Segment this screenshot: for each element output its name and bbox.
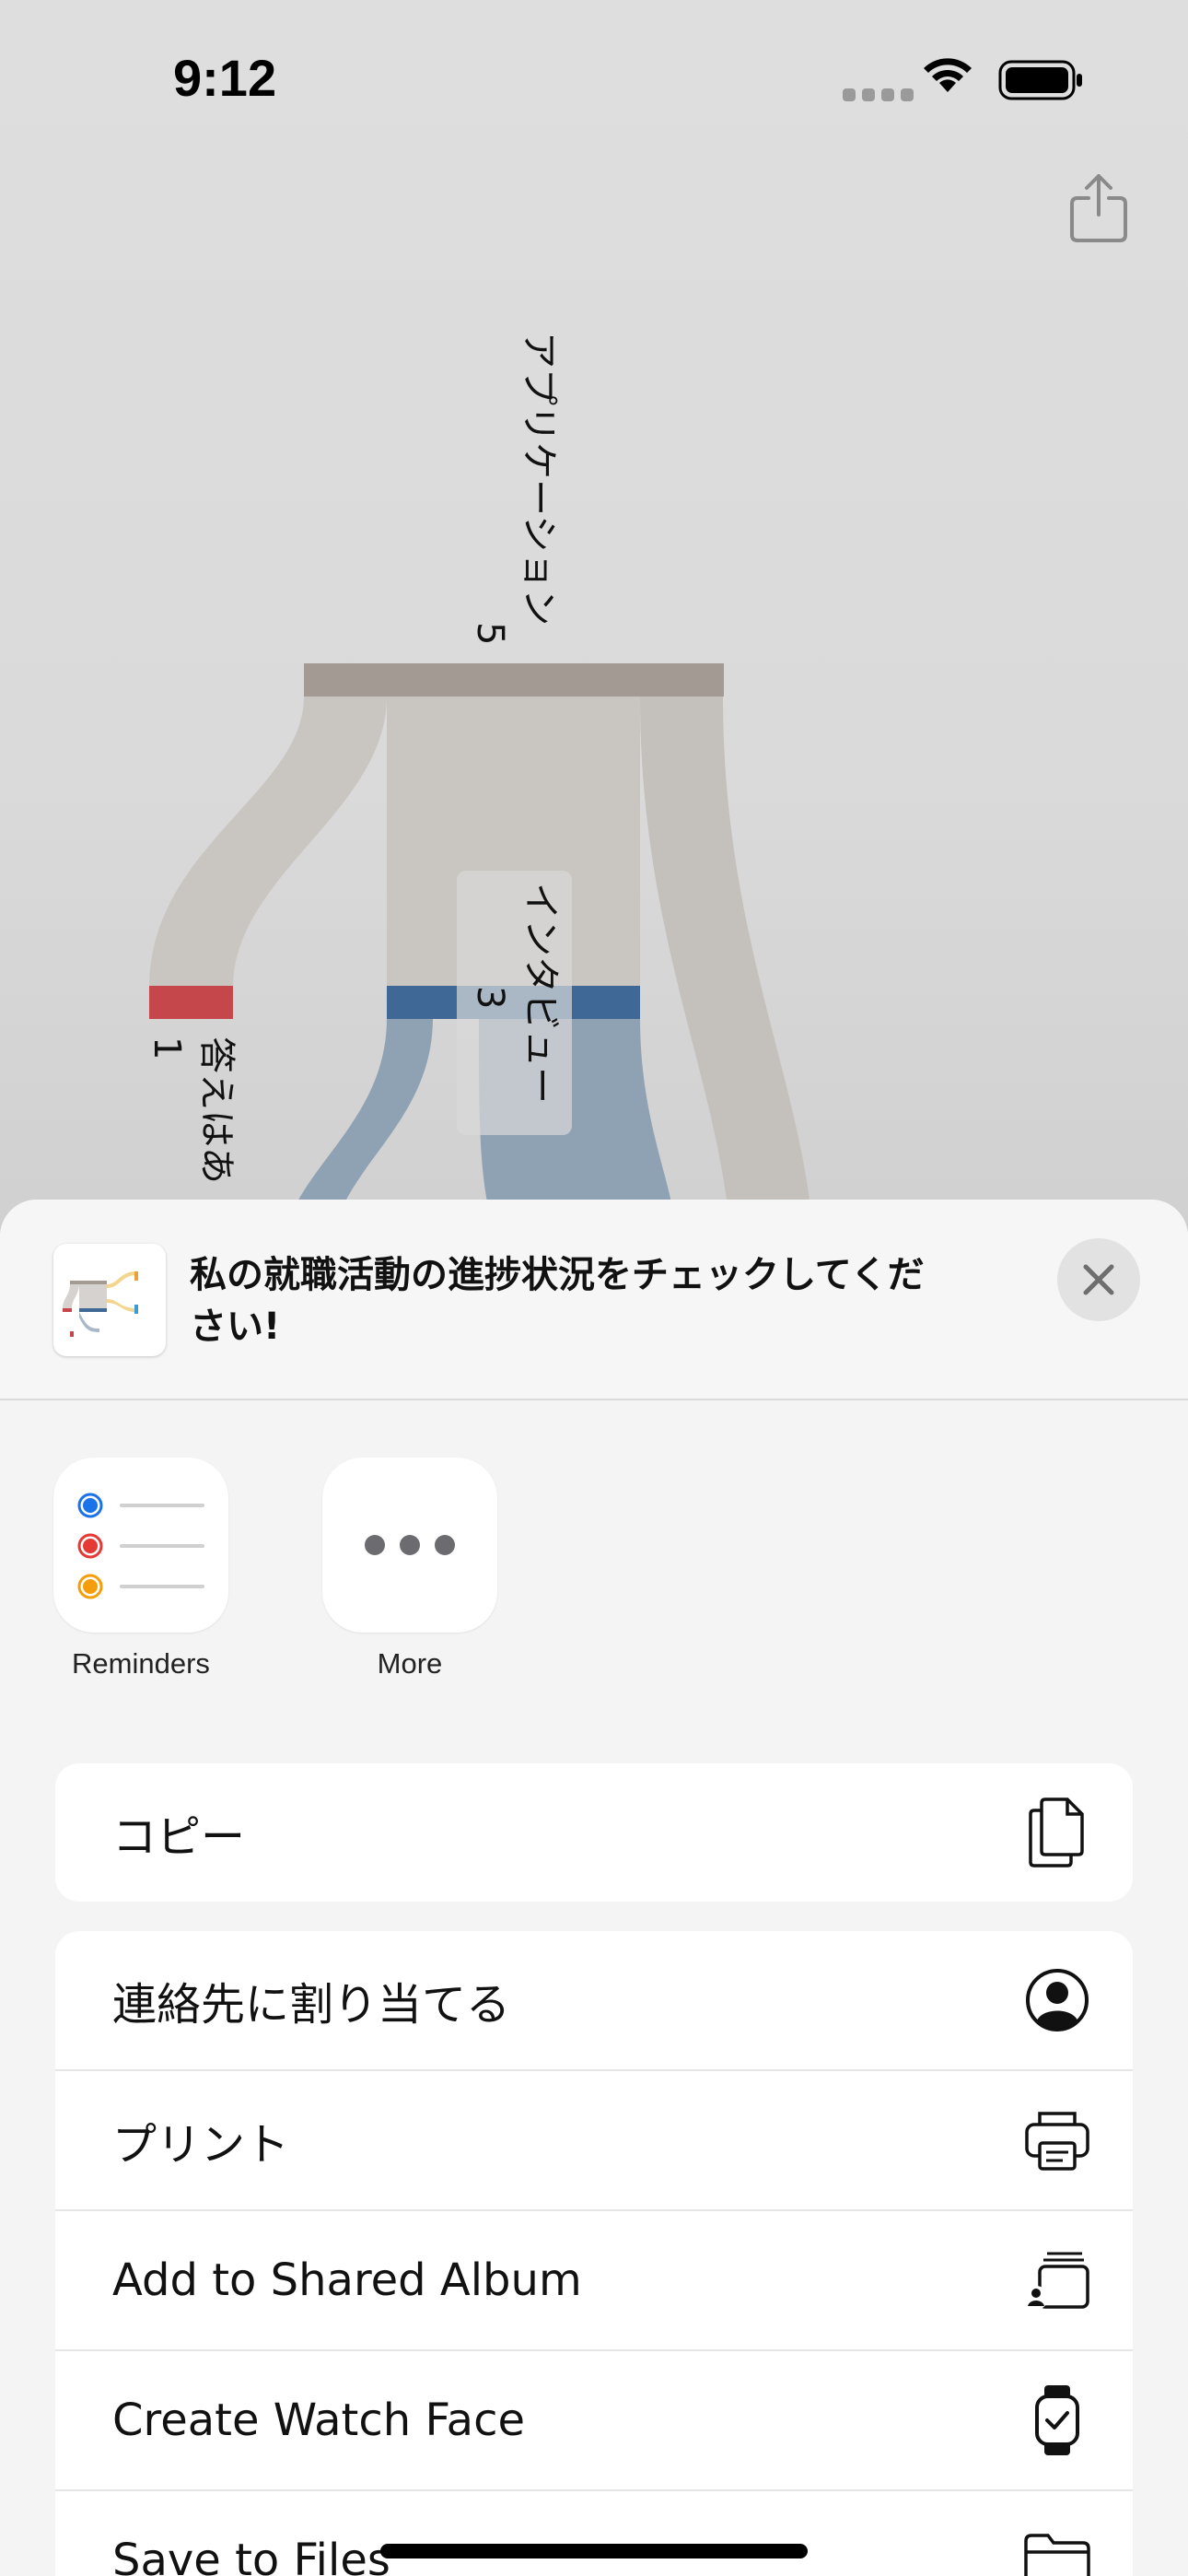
app-label-more: More	[377, 1647, 443, 1680]
app-reminders[interactable]: Reminders	[53, 1458, 228, 1680]
action-label-assign-contact: 連絡先に割り当てる	[112, 1979, 511, 2031]
app-more[interactable]: More	[322, 1458, 497, 1680]
printer-icon	[1020, 2103, 1094, 2177]
share-sheet-header: 私の就職活動の進捗状況をチェックしてください!	[0, 1200, 1188, 1400]
node-application-bar	[304, 663, 724, 697]
node-interview-label: インタビュー	[519, 883, 562, 1104]
node-interview-count: 3	[469, 986, 511, 1009]
action-label-create-watch-face: Create Watch Face	[112, 2395, 525, 2446]
share-sheet-title: 私の就職活動の進捗状況をチェックしてください!	[190, 1254, 925, 1348]
action-create-watch-face[interactable]: Create Watch Face	[55, 2351, 1133, 2491]
action-label-save-to-files: Save to Files	[112, 2535, 390, 2576]
watch-icon	[1020, 2383, 1094, 2457]
close-icon	[1083, 1264, 1114, 1295]
close-button[interactable]	[1057, 1238, 1140, 1321]
flow-application-to-answer	[149, 697, 387, 988]
action-group-copy: コピー	[55, 1763, 1133, 1902]
app-label-reminders: Reminders	[72, 1647, 210, 1680]
action-add-shared-album[interactable]: Add to Shared Album	[55, 2211, 1133, 2351]
share-sheet: 私の就職活動の進捗状況をチェックしてください! Reminders More コ…	[0, 1200, 1188, 2576]
action-label-print: プリント	[112, 2119, 290, 2171]
action-label-copy: コピー	[112, 1811, 246, 1863]
wifi-icon	[924, 58, 972, 92]
action-label-add-shared-album: Add to Shared Album	[112, 2254, 582, 2306]
status-time: 9:12	[173, 49, 277, 107]
copy-icon	[1020, 1796, 1094, 1869]
person-circle-icon	[1020, 1963, 1094, 2037]
action-copy[interactable]: コピー	[55, 1763, 1133, 1902]
share-icon[interactable]	[1066, 170, 1131, 244]
node-answer-label: 答えはあ	[195, 1036, 238, 1184]
reminders-icon	[53, 1458, 228, 1633]
battery-icon	[998, 60, 1082, 100]
sankey-chart: アプリケーション 5 インタビュー 3 答えはあ 1	[146, 332, 810, 1207]
node-application-count: 5	[469, 622, 511, 645]
action-assign-contact[interactable]: 連絡先に割り当てる	[55, 1931, 1133, 2071]
node-answer-count: 1	[146, 1036, 188, 1060]
action-group-main: 連絡先に割り当てる プリント Add to Shared Album Creat…	[55, 1931, 1133, 2576]
shared-album-icon	[1020, 2243, 1094, 2317]
share-apps-row: Reminders More	[0, 1458, 1188, 1680]
flow-interview-left	[295, 1018, 433, 1207]
flow-application-to-other	[640, 697, 810, 1207]
action-save-to-files[interactable]: Save to Files	[55, 2491, 1133, 2576]
more-icon	[322, 1458, 497, 1633]
status-bar: 9:12	[0, 0, 1188, 157]
cellular-signal-icon	[843, 88, 914, 101]
node-answer-bar	[149, 986, 233, 1019]
folder-icon	[1020, 2523, 1094, 2576]
preview-thumbnail	[53, 1244, 166, 1356]
home-indicator[interactable]	[380, 2544, 808, 2558]
action-print[interactable]: プリント	[55, 2071, 1133, 2211]
node-application-label: アプリケーション	[518, 332, 560, 626]
